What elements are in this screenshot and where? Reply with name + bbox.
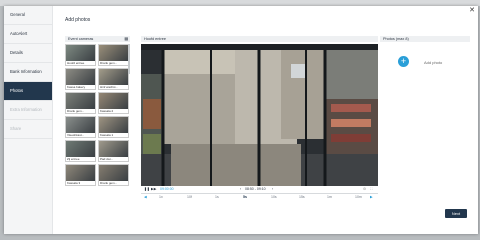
wizard-sidebar: General AutoAlert Details Bank Informati… [4,6,53,234]
player-camera-name: Hoofd entree [144,37,166,41]
camera-tile[interactable]: Hinf wachst... [98,68,129,90]
camera-tile[interactable]: Drank gem... [98,44,129,66]
camera-thumbnail [66,93,95,109]
camera-label: Kassala 2 [99,109,128,113]
speed-option[interactable]: 15s [299,195,305,199]
sidebar-item-autoalert[interactable]: AutoAlert [4,25,52,44]
add-photo-button[interactable]: + [398,56,409,67]
pause-icon[interactable]: ❚❚ [144,187,150,191]
camera-label: Hinf wachst... [99,85,128,89]
camera-thumbnail [66,69,95,85]
camera-thumbnail [99,45,128,61]
speed-option[interactable]: 5s [243,195,247,199]
camera-thumbnail [66,141,95,157]
plus-icon: + [400,56,407,66]
camera-label: Hoofd entree [66,61,95,65]
step-forward-icon[interactable]: ▶ [370,195,373,199]
camera-label: Drank gem... [66,109,95,113]
next-button[interactable]: Next [445,209,467,218]
camera-label: Drank gem... [99,61,128,65]
camera-thumbnail [99,93,128,109]
sidebar-item-bank-information[interactable]: Bank Information [4,63,52,82]
camera-label: Drank gem... [99,181,128,185]
add-photo-label: Add photo [424,60,443,65]
camera-thumbnail [66,117,95,133]
camera-tile[interactable]: Kassala 3 [65,164,96,186]
video-player: ❚❚ ▶▶ 09:00:00 ‹ 08:50 - 09:10 › ⚙ ⛶ ◀ ▶… [141,44,378,207]
add-photos-modal: ✕ General AutoAlert Details Bank Informa… [4,6,478,234]
camera-label: Pad vlei... [99,157,128,161]
camera-label: Kassa bakery [66,85,95,89]
speed-option[interactable]: 10m [355,195,362,199]
player-header: Hoofd entree [141,36,378,42]
camera-label: Kassala 3 [66,181,95,185]
camera-tile[interactable]: Pad vlei... [98,140,129,162]
video-frame[interactable] [141,44,378,186]
range-next-icon[interactable]: › [272,187,273,191]
fullscreen-icon[interactable]: ⛶ [370,187,372,191]
camera-tile[interactable]: Zij entree [65,140,96,162]
photos-title: Photos (max 8) [383,37,409,41]
speed-option[interactable]: 1s [215,195,219,199]
camera-thumbnail [99,69,128,85]
event-cameras-title: Event cameras [68,37,94,41]
camera-thumbnail [66,165,95,181]
event-cameras-header: Event cameras ▦ [65,36,130,42]
speed-option[interactable]: 10s [271,195,277,199]
camera-thumbnail [99,141,128,157]
camera-tile[interactable]: Kassa bakery [65,68,96,90]
grid-view-icon[interactable]: ▦ [124,36,128,42]
camera-tile[interactable]: Drank gem... [98,164,129,186]
sidebar-item-general[interactable]: General [4,6,52,25]
page-title: Add photos [65,17,91,23]
camera-label: Zij entree [66,157,95,161]
speed-option[interactable]: 1x [159,195,163,199]
settings-icon[interactable]: ⚙ [363,187,366,191]
video-still [141,44,378,186]
camera-tile[interactable]: Kassala 1 [98,116,129,138]
close-icon[interactable]: ✕ [469,7,475,14]
camera-list-scrollbar[interactable] [128,44,130,74]
current-timestamp: 09:00:00 [160,187,174,191]
speed-selector: ◀ ▶ 1x 10f 1s 5s 10s 15s 1m 10m [141,194,378,202]
camera-tile[interactable]: Vleeshkast... [65,116,96,138]
playback-controls: ❚❚ ▶▶ 09:00:00 ‹ 08:50 - 09:10 › ⚙ ⛶ [141,186,378,194]
camera-label: Kassala 1 [99,133,128,137]
step-back-icon[interactable]: ◀ [144,195,147,199]
camera-tile[interactable]: Hoofd entree [65,44,96,66]
sidebar-item-photos[interactable]: Photos [4,82,52,101]
event-camera-list: Hoofd entree Drank gem... Kassa bakery Hinf… [65,44,130,198]
camera-tile[interactable]: Kassala 2 [98,92,129,114]
camera-tile[interactable]: Drank gem... [65,92,96,114]
sidebar-item-share: Share [4,120,52,139]
speed-option[interactable]: 1m [327,195,332,199]
time-range: 08:50 - 09:10 [245,187,266,191]
range-prev-icon[interactable]: ‹ [240,187,241,191]
photos-header: Photos (max 8) [380,36,470,42]
camera-thumbnail [66,45,95,61]
camera-thumbnail [99,117,128,133]
skip-icon[interactable]: ▶▶ [151,187,156,191]
camera-thumbnail [99,165,128,181]
speed-option[interactable]: 10f [187,195,192,199]
sidebar-item-extra-information: Extra Information [4,101,52,120]
sidebar-item-details[interactable]: Details [4,44,52,63]
camera-label: Vleeshkast... [66,133,95,137]
